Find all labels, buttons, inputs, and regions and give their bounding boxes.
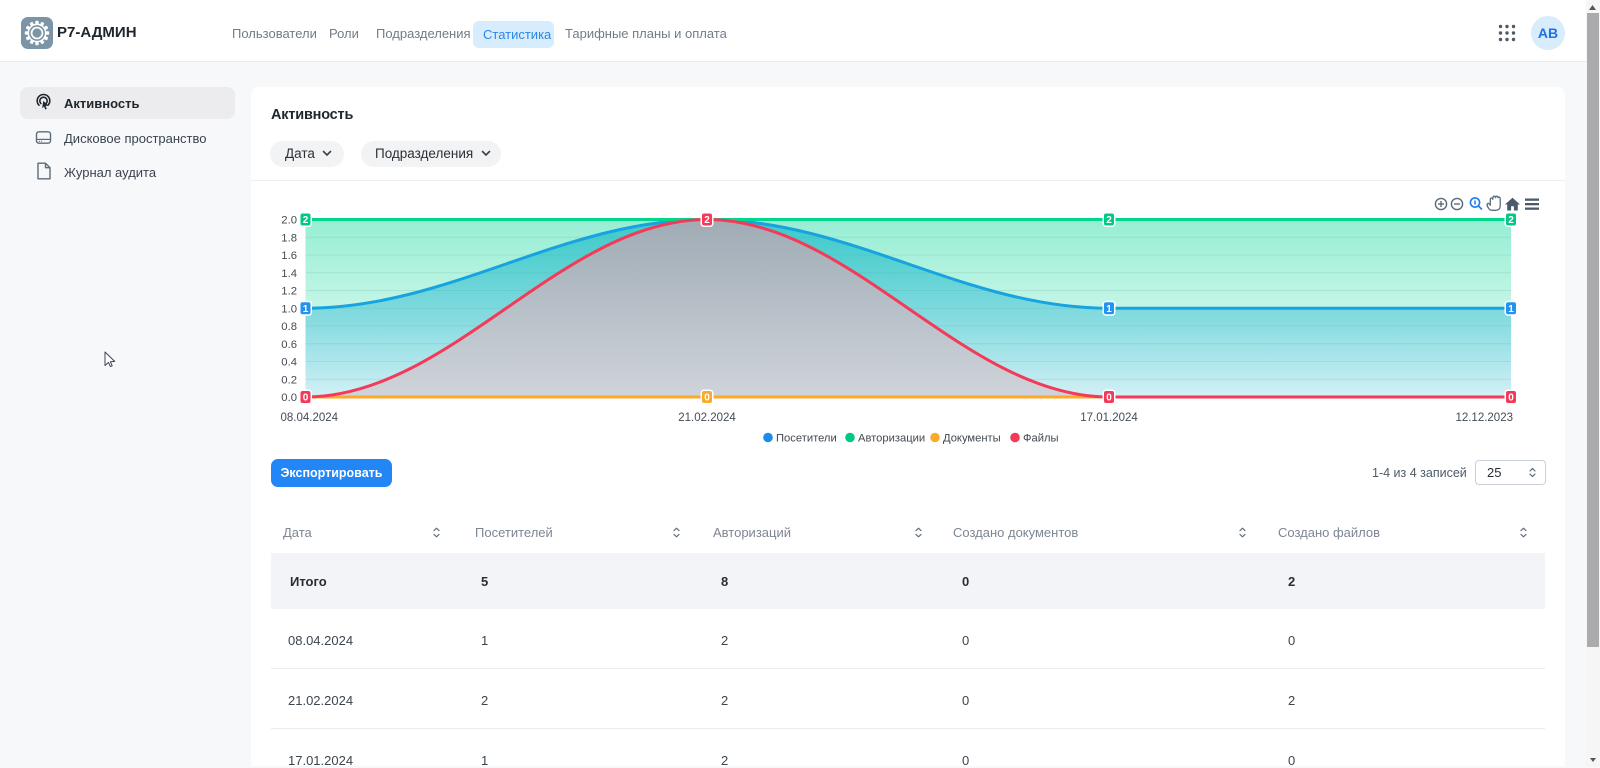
svg-text:12.12.2023: 12.12.2023 (1455, 412, 1513, 424)
svg-text:0: 0 (704, 393, 710, 404)
svg-text:2: 2 (303, 215, 309, 226)
svg-text:1: 1 (303, 304, 309, 315)
svg-text:0: 0 (303, 393, 309, 404)
svg-text:2: 2 (1508, 215, 1514, 226)
svg-text:1.8: 1.8 (281, 232, 297, 244)
svg-text:2: 2 (704, 215, 710, 226)
svg-text:0.0: 0.0 (281, 392, 297, 404)
svg-text:1: 1 (1508, 304, 1514, 315)
svg-text:21.02.2024: 21.02.2024 (678, 412, 736, 424)
svg-text:Посетители: Посетители (776, 433, 837, 445)
svg-text:2: 2 (1106, 215, 1112, 226)
svg-text:0.2: 0.2 (281, 374, 297, 386)
svg-text:0.6: 0.6 (281, 339, 297, 351)
svg-text:17.01.2024: 17.01.2024 (1080, 412, 1138, 424)
svg-text:1.4: 1.4 (281, 268, 297, 280)
svg-text:Файлы: Файлы (1023, 433, 1059, 445)
svg-text:1.2: 1.2 (281, 286, 297, 298)
svg-text:Авторизации: Авторизации (858, 433, 925, 445)
svg-text:1: 1 (1106, 304, 1112, 315)
svg-text:0: 0 (1106, 393, 1112, 404)
svg-text:Документы: Документы (943, 433, 1001, 445)
svg-text:2.0: 2.0 (281, 215, 297, 227)
svg-text:0.8: 0.8 (281, 321, 297, 333)
svg-text:08.04.2024: 08.04.2024 (281, 412, 339, 424)
svg-text:1.6: 1.6 (281, 250, 297, 262)
svg-text:0: 0 (1508, 393, 1514, 404)
svg-text:1.0: 1.0 (281, 303, 297, 315)
svg-text:0.4: 0.4 (281, 357, 297, 369)
